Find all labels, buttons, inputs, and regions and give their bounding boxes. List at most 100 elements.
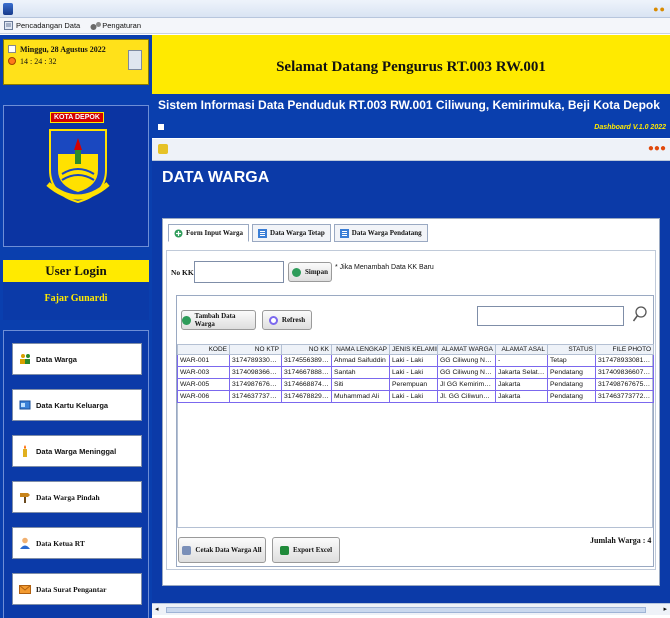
column-header[interactable]: STATUS	[547, 344, 596, 355]
page-title: DATA WARGA	[162, 169, 270, 186]
table-cell: Laki - Laki	[389, 390, 438, 403]
table-cell: 3174668874447...	[281, 378, 332, 391]
menu-item-label: Pencadangan Data	[16, 21, 81, 30]
nav-item-label: Data Warga Meninggal	[36, 446, 117, 456]
add-citizen-button[interactable]: Tambah Data Warga	[181, 310, 256, 330]
tab-data-warga-pendatang[interactable]: Data Warga Pendatang	[333, 224, 428, 242]
city-logo: KOTA DEPOK	[3, 105, 149, 247]
table-cell: 3174637737727...	[229, 390, 282, 403]
column-header[interactable]: JENIS KELAMIN	[389, 344, 438, 355]
logo-label: KOTA DEPOK	[50, 112, 104, 123]
nav-item-warga-meninggal[interactable]: Data Warga Meninggal	[12, 435, 142, 467]
export-excel-button[interactable]: Export Excel	[272, 537, 340, 563]
welcome-banner: Selamat Datang Pengurus RT.003 RW.001	[152, 35, 670, 94]
search-icon[interactable]	[632, 306, 648, 324]
table-cell: 3174987676757...	[595, 378, 654, 391]
nav-item-surat-pengantar[interactable]: Data Surat Pengantar	[12, 573, 142, 605]
menu-item-settings[interactable]: Pengaturan	[90, 21, 141, 30]
envelope-icon	[19, 583, 31, 595]
no-kk-label: No KK	[171, 268, 194, 277]
excel-icon	[279, 545, 289, 555]
print-icon	[182, 545, 192, 555]
horizontal-scrollbar[interactable]: ◂ ▸	[152, 603, 670, 615]
table-cell: Jl GG Kemirimuka ...	[437, 378, 496, 391]
list-icon	[258, 228, 268, 238]
column-header[interactable]: FILE PHOTO	[595, 344, 654, 355]
table-cell: Laki - Laki	[389, 366, 438, 379]
phone-icon	[128, 50, 142, 70]
user-login-box: User Login Fajar Gunardi	[3, 260, 149, 320]
gears-icon	[90, 21, 102, 30]
table-cell: Ahmad Saifuddin	[331, 354, 390, 367]
backup-icon	[4, 21, 13, 30]
table-cell: 3174667888070...	[281, 366, 332, 379]
refresh-button[interactable]: Refresh	[262, 310, 312, 330]
column-header[interactable]: ALAMAT ASAL	[495, 344, 548, 355]
version-label: Dashboard V.1.0 2022	[594, 124, 666, 131]
table-cell: 3174098366070...	[595, 366, 654, 379]
tab-label: Data Warga Tetap	[270, 229, 325, 237]
scroll-left-icon[interactable]: ◂	[155, 605, 159, 613]
table-row[interactable]: WAR-003 3174098366070... 3174667888070..…	[177, 366, 654, 379]
tab-form-input-warga[interactable]: Form Input Warga	[168, 224, 250, 242]
table-cell: 3174556389120...	[281, 354, 332, 367]
nav-item-kartu-keluarga[interactable]: Data Kartu Keluarga	[12, 389, 142, 421]
user-login-title: User Login	[3, 260, 149, 282]
column-header[interactable]: NO KTP	[229, 344, 282, 355]
table-cell: 3174098366070...	[229, 366, 282, 379]
system-title: Sistem Informasi Data Penduduk RT.003 RW…	[158, 98, 660, 112]
table-cell: Pendatang	[547, 390, 596, 403]
scrollbar-thumb[interactable]	[166, 607, 646, 613]
nav-item-data-warga[interactable]: Data Warga	[12, 343, 142, 375]
add-citizen-label: Tambah Data Warga	[194, 312, 236, 328]
candle-icon	[19, 445, 31, 457]
column-header[interactable]: KODE	[177, 344, 230, 355]
table-row[interactable]: WAR-001 3174789330812... 3174556389120..…	[177, 354, 654, 367]
save-button[interactable]: Simpan	[288, 262, 332, 282]
table-cell: Santah	[331, 366, 390, 379]
time-text: 14 : 24 : 32	[20, 57, 57, 66]
add-icon	[182, 315, 191, 325]
nav-item-label: Data Warga	[36, 354, 77, 364]
search-input[interactable]	[477, 306, 624, 326]
nav-menu: Data Warga Data Kartu Keluarga Data Warg…	[3, 330, 149, 618]
table-cell: GG Ciliwung No ...	[437, 366, 496, 379]
no-kk-hint: * Jika Menambah Data KK Baru	[335, 264, 434, 271]
table-cell: WAR-003	[177, 366, 230, 379]
table-row[interactable]: WAR-005 3174987676757... 3174668874447..…	[177, 378, 654, 391]
tab-data-warga-tetap[interactable]: Data Warga Tetap	[252, 224, 331, 242]
frame-icon	[158, 144, 168, 154]
table-cell: Jakarta	[495, 378, 548, 391]
nav-item-warga-pindah[interactable]: Data Warga Pindah	[12, 481, 142, 513]
add-circle-icon	[174, 229, 183, 238]
refresh-icon	[268, 315, 278, 325]
tab-label: Form Input Warga	[186, 229, 244, 237]
table-cell: 3174789330812...	[595, 354, 654, 367]
column-header[interactable]: NAMA LENGKAP	[331, 344, 390, 355]
menu-item-backup[interactable]: Pencadangan Data	[4, 21, 80, 30]
table-cell: WAR-001	[177, 354, 230, 367]
window-titlebar: ●●	[0, 0, 670, 18]
window-controls[interactable]: ●●	[653, 4, 666, 14]
date-text: Minggu, 28 Agustus 2022	[20, 45, 106, 54]
nav-item-ketua-rt[interactable]: Data Ketua RT	[12, 527, 142, 559]
print-all-button[interactable]: Cetak Data Warga All	[178, 537, 266, 563]
menu-square-icon	[158, 124, 164, 130]
menu-bar: Pencadangan Data Pengaturan	[0, 18, 670, 34]
depok-emblem-icon	[46, 129, 110, 204]
scroll-right-icon[interactable]: ▸	[663, 605, 667, 613]
calendar-icon	[8, 45, 16, 53]
frame-window-controls[interactable]: ●●●	[648, 143, 666, 154]
clock-icon	[8, 57, 16, 65]
column-header[interactable]: ALAMAT WARGA	[437, 344, 496, 355]
nav-item-label: Data Kartu Keluarga	[36, 400, 109, 410]
table-row[interactable]: WAR-006 3174637737727... 3174678829900..…	[177, 390, 654, 403]
no-kk-input[interactable]	[194, 261, 284, 283]
column-header[interactable]: NO KK	[281, 344, 332, 355]
nav-item-label: Data Ketua RT	[36, 538, 85, 548]
tab-label: Data Warga Pendatang	[351, 229, 422, 237]
nav-item-label: Data Surat Pengantar	[36, 584, 107, 594]
export-excel-label: Export Excel	[292, 546, 333, 554]
save-icon	[292, 267, 302, 277]
signpost-icon	[19, 491, 31, 503]
